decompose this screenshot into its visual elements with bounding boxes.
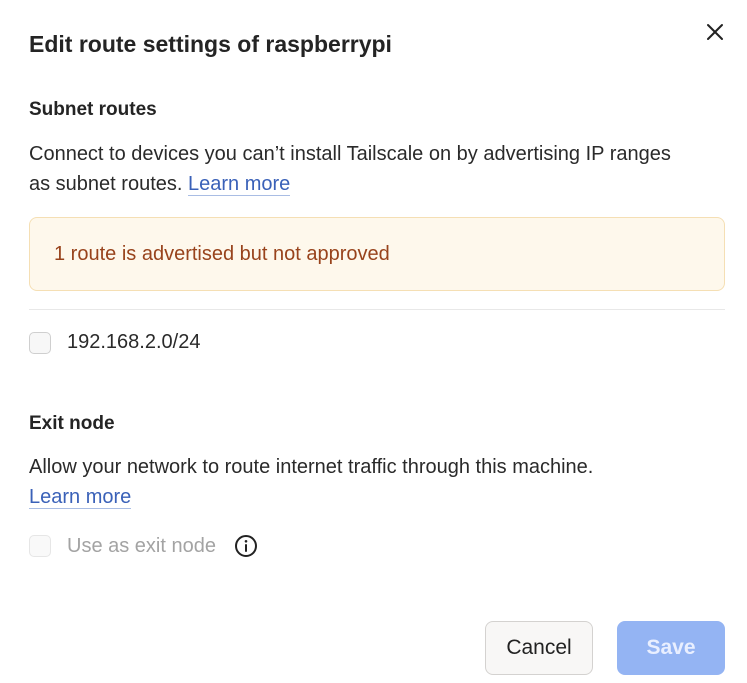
edit-route-settings-dialog: Edit route settings of raspberrypi Subne… bbox=[0, 0, 747, 683]
divider bbox=[29, 309, 725, 310]
exit-node-description: Allow your network to route internet tra… bbox=[29, 452, 669, 512]
subnet-routes-learn-more-link[interactable]: Learn more bbox=[188, 173, 291, 196]
exit-node-learn-more-link[interactable]: Learn more bbox=[29, 486, 132, 509]
subnet-routes-description: Connect to devices you can’t install Tai… bbox=[29, 139, 689, 199]
save-button[interactable]: Save bbox=[617, 621, 725, 675]
alert-text: 1 route is advertised but not approved bbox=[54, 242, 390, 265]
close-icon bbox=[707, 24, 723, 40]
info-icon[interactable] bbox=[234, 534, 258, 558]
dialog-title: Edit route settings of raspberrypi bbox=[29, 31, 392, 57]
route-row: 192.168.2.0/24 bbox=[29, 331, 200, 354]
exit-node-checkbox[interactable] bbox=[29, 535, 51, 557]
exit-node-row: Use as exit node bbox=[29, 534, 258, 558]
route-checkbox[interactable] bbox=[29, 331, 51, 354]
subnet-routes-heading: Subnet routes bbox=[29, 99, 157, 120]
exit-node-description-text: Allow your network to route internet tra… bbox=[29, 456, 594, 478]
subnet-routes-description-text: Connect to devices you can’t install Tai… bbox=[29, 143, 671, 195]
exit-node-heading: Exit node bbox=[29, 413, 115, 434]
exit-node-checkbox-label: Use as exit node bbox=[67, 534, 216, 557]
cancel-button[interactable]: Cancel bbox=[485, 621, 593, 675]
unapproved-routes-alert: 1 route is advertised but not approved bbox=[29, 217, 725, 291]
close-button[interactable] bbox=[703, 20, 727, 44]
route-label: 192.168.2.0/24 bbox=[67, 331, 201, 353]
